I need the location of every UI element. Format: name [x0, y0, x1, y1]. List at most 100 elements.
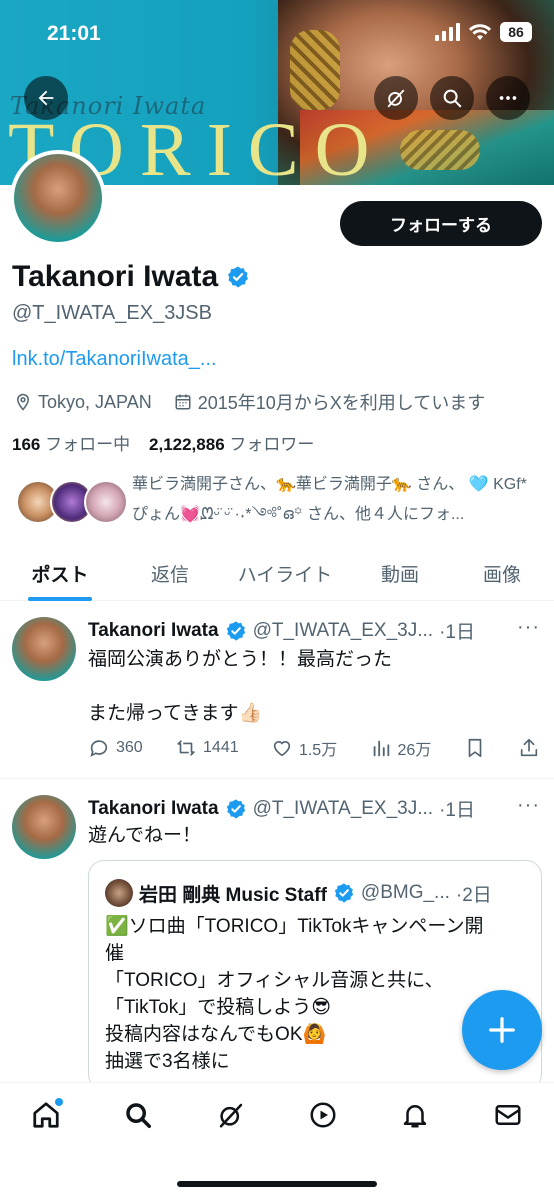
- back-arrow-icon: [38, 90, 54, 106]
- mail-icon: [495, 1104, 521, 1125]
- profile-handle: @T_IWATA_EX_3JSB: [12, 302, 212, 324]
- post-author-handle: @T_IWATA_EX_3J...: [252, 797, 434, 819]
- share-button[interactable]: [518, 737, 540, 759]
- profile-name: Takanori Iwata: [12, 260, 219, 293]
- post-more-button[interactable]: ···: [517, 616, 540, 639]
- quoted-text-line: 「TORICO」オフィシャル音源と共に、: [105, 970, 444, 991]
- views-icon: [373, 740, 389, 757]
- quoted-text-line: 抽選で3名様に: [105, 1051, 230, 1072]
- nav-notifications[interactable]: [400, 1100, 430, 1135]
- bell-icon: [404, 1104, 427, 1127]
- search-button[interactable]: [430, 76, 474, 120]
- profile-link[interactable]: lnk.to/TakanoriIwata_...: [12, 348, 217, 371]
- profile-location: Tokyo, JAPAN: [38, 391, 152, 412]
- grok-button[interactable]: [374, 76, 418, 120]
- repost-count: 1441: [203, 739, 239, 756]
- banner-jewelry-2: [400, 130, 480, 170]
- post-author-handle: @T_IWATA_EX_3J...: [252, 619, 434, 641]
- post-time: ·1日: [439, 622, 475, 643]
- share-icon: [520, 738, 538, 757]
- profile-avatar[interactable]: [10, 150, 106, 246]
- nav-search[interactable]: [123, 1100, 153, 1135]
- quoted-text-line: ✅ソロ曲「TORICO」TikTokキャンペーン開: [105, 916, 484, 937]
- verified-badge-icon: [334, 883, 354, 903]
- search-icon: [126, 1102, 152, 1128]
- quoted-author-name: 岩田 剛典 Music Staff: [139, 884, 327, 906]
- quoted-post-avatar: [105, 879, 133, 907]
- verified-badge-icon: [226, 620, 245, 641]
- home-indicator: [177, 1181, 377, 1187]
- following-link[interactable]: 166 フォロー中: [12, 435, 130, 454]
- bottom-nav-row: [0, 1097, 554, 1137]
- quoted-author-handle: @BMG_...: [360, 882, 450, 903]
- search-icon: [443, 89, 462, 108]
- verified-badge-icon[interactable]: [226, 265, 250, 289]
- tab-videos[interactable]: 動画: [350, 545, 450, 601]
- profile-name-row: Takanori Iwata: [12, 260, 250, 294]
- quoted-post-text: ✅ソロ曲「TORICO」TikTokキャンペーン開 催 「TORICO」オフィシ…: [105, 913, 529, 1075]
- reply-button[interactable]: 360: [88, 737, 143, 759]
- repost-button[interactable]: 1441: [175, 737, 239, 759]
- location-icon: [16, 393, 30, 411]
- post-text-line: また帰ってきます👍🏻: [88, 703, 263, 724]
- post-divider: [0, 778, 554, 779]
- nav-video[interactable]: [308, 1100, 338, 1135]
- views-count: 26万: [397, 742, 432, 759]
- notification-dot: [55, 1097, 64, 1106]
- followers-link[interactable]: 2,122,886 フォロワー: [149, 435, 314, 454]
- nav-messages[interactable]: [493, 1100, 523, 1135]
- status-icons: 86: [435, 22, 532, 42]
- compose-plus-icon: [489, 1017, 515, 1043]
- followers-label: フォロワー: [229, 435, 315, 454]
- post-text: 遊んでねー！: [88, 822, 201, 849]
- reply-icon: [90, 740, 108, 757]
- follow-counts: 166 フォロー中 2,122,886 フォロワー: [12, 430, 314, 455]
- post-avatar[interactable]: [12, 617, 76, 681]
- battery-indicator: 86: [500, 22, 532, 42]
- nav-home[interactable]: [31, 1097, 64, 1135]
- views-button[interactable]: 26万: [370, 736, 432, 760]
- more-icon: [499, 96, 517, 100]
- bookmark-icon: [468, 738, 481, 758]
- compose-button[interactable]: [462, 990, 542, 1070]
- post-actions: 360 1441 1.5万 26万: [88, 733, 540, 763]
- wifi-icon: [469, 24, 491, 40]
- known-followers[interactable]: 華ビラ満開子さん、🐆華ビラ満開子🐆 さん、 🩵 KGf*ぴょん💓ᘻ‪ᵕ̈‬‎ ᵕ…: [12, 470, 542, 530]
- bottom-navigation: [0, 1082, 554, 1200]
- quoted-text-line: 催: [105, 943, 125, 964]
- post-time: ·1日: [439, 800, 475, 821]
- bookmark-button[interactable]: [464, 737, 486, 759]
- status-bar: 21:01 86: [0, 0, 554, 60]
- like-count: 1.5万: [298, 742, 338, 759]
- more-button[interactable]: [486, 76, 530, 120]
- post-more-button[interactable]: ···: [517, 794, 540, 817]
- profile-meta: Tokyo, JAPAN 2015年10月からXを利用しています: [14, 389, 485, 415]
- known-followers-text: 華ビラ満開子さん、🐆華ビラ満開子🐆 さん、 🩵 KGf*ぴょん💓ᘻ‪ᵕ̈‬‎ ᵕ…: [132, 476, 527, 523]
- post-text-line: 福岡公演ありがとう！！最高だった: [88, 649, 393, 670]
- profile-tabs: ポスト 返信 ハイライト 動画 画像: [0, 545, 554, 601]
- post-text-line: 遊んでねー！: [88, 825, 202, 846]
- tab-images[interactable]: 画像: [450, 545, 554, 601]
- post-author-name[interactable]: Takanori Iwata: [88, 798, 219, 820]
- post-author-name[interactable]: Takanori Iwata: [88, 620, 219, 642]
- known-follower-avatar: [84, 480, 128, 524]
- repost-icon: [177, 740, 195, 756]
- follow-button[interactable]: フォローする: [340, 201, 542, 246]
- post-text: 福岡公演ありがとう！！最高だった また帰ってきます👍🏻: [88, 646, 392, 727]
- tab-replies[interactable]: 返信: [120, 545, 220, 601]
- tab-highlights[interactable]: ハイライト: [220, 545, 350, 601]
- post-header: Takanori Iwata @T_IWATA_EX_3J... ·1日: [88, 617, 475, 644]
- play-icon: [310, 1102, 336, 1127]
- post-avatar[interactable]: [12, 795, 76, 859]
- nav-grok[interactable]: [216, 1100, 246, 1135]
- grok-icon: [219, 1103, 243, 1127]
- tab-posts[interactable]: ポスト: [0, 545, 120, 601]
- signal-icon: [435, 23, 460, 41]
- heart-icon: [273, 741, 291, 757]
- back-button[interactable]: [24, 76, 68, 120]
- like-button[interactable]: 1.5万: [271, 736, 337, 760]
- post-header: Takanori Iwata @T_IWATA_EX_3J... ·1日: [88, 795, 475, 822]
- reply-count: 360: [116, 739, 143, 756]
- grok-icon: [387, 89, 405, 108]
- verified-badge-icon: [226, 798, 245, 819]
